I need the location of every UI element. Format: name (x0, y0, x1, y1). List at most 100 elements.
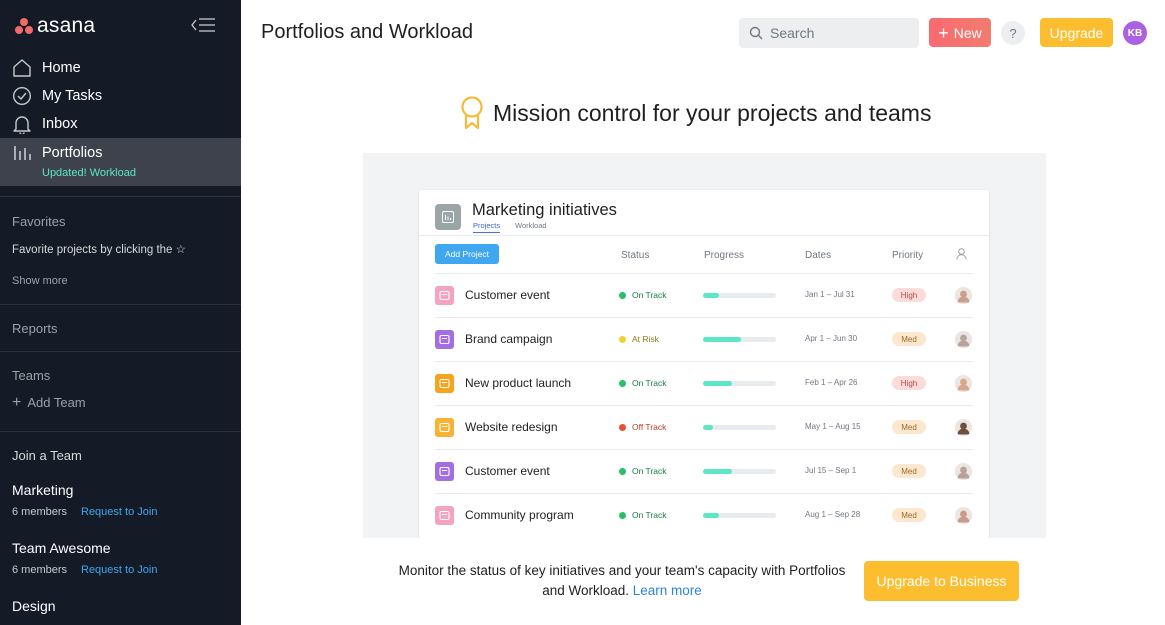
progress-fill (703, 469, 733, 474)
tab-projects: Projects (473, 221, 501, 233)
upgrade-button[interactable]: Upgrade (1040, 18, 1113, 47)
person-avatar-icon (955, 463, 972, 480)
project-dates: Jan 1 – Jul 31 (805, 290, 855, 299)
logo-text: asana (37, 14, 96, 37)
assignee-avatar (955, 507, 972, 524)
table-row: Website redesign Off Track May 1 – Aug 15 M… (435, 405, 973, 449)
user-avatar[interactable]: KB (1123, 21, 1147, 45)
sidebar-item-my-tasks[interactable]: My Tasks (0, 82, 241, 110)
priority-badge: High (892, 376, 926, 390)
award-ribbon-icon (461, 96, 483, 130)
hero-heading: Mission control for your projects and te… (459, 96, 931, 130)
assignee-avatar (955, 419, 972, 436)
help-button[interactable]: ? (1001, 21, 1025, 45)
add-team-label: Add Team (27, 395, 86, 410)
asana-logo[interactable]: asana (14, 14, 95, 38)
sidebar-item-label: Inbox (42, 116, 78, 132)
priority-badge: Med (892, 420, 926, 434)
status-dot-icon (619, 423, 626, 431)
person-avatar-icon (955, 331, 972, 348)
search-box[interactable] (739, 18, 919, 48)
project-glyph-icon (439, 290, 450, 301)
project-dates: May 1 – Aug 15 (805, 422, 861, 431)
bar-chart-icon (442, 211, 454, 223)
status-label: On Track (632, 378, 667, 388)
progress-bar (703, 293, 776, 298)
status-badge: On Track (619, 466, 666, 476)
person-avatar-icon (955, 419, 972, 436)
card-divider (419, 235, 989, 236)
assignee-avatar (955, 375, 972, 392)
project-icon (435, 286, 454, 305)
request-to-join-link[interactable]: Request to Join (81, 506, 157, 518)
person-avatar-icon (955, 507, 972, 524)
main-content: Portfolios and Workload + New ? Upgrade … (241, 0, 1165, 625)
page-title: Portfolios and Workload (261, 21, 473, 43)
reports-heading[interactable]: Reports (12, 321, 58, 336)
sidebar-item-inbox[interactable]: Inbox (0, 110, 241, 138)
sidebar-item-label: Home (42, 60, 81, 76)
project-icon (435, 330, 454, 349)
status-label: On Track (632, 466, 667, 476)
progress-fill (703, 513, 720, 518)
logo-dots-icon (14, 17, 34, 35)
project-glyph-icon (439, 378, 450, 389)
sidebar-item-label: Portfolios (42, 145, 103, 161)
teams-heading: Teams (12, 368, 51, 383)
person-avatar-icon (955, 287, 972, 304)
project-name: Community program (465, 508, 574, 522)
column-header-progress: Progress (704, 250, 745, 261)
status-dot-icon (619, 291, 626, 299)
project-icon (435, 506, 454, 525)
project-icon (435, 374, 454, 393)
collapse-sidebar-button[interactable] (190, 16, 216, 34)
add-team-button[interactable]: + Add Team (12, 393, 86, 411)
bar-chart-icon (14, 146, 31, 160)
upgrade-to-business-button[interactable]: Upgrade to Business (864, 561, 1019, 601)
plus-icon: + (12, 393, 22, 411)
project-name: New product launch (465, 376, 572, 390)
person-avatar-icon (955, 375, 972, 392)
tab-workload: Workload (515, 221, 547, 230)
project-glyph-icon (439, 510, 450, 521)
assignee-avatar (955, 463, 972, 480)
column-header-dates: Dates (805, 250, 832, 261)
table-row: Customer event On Track Jul 15 – Sep 1 Med (435, 449, 973, 493)
status-dot-icon (619, 511, 626, 519)
check-circle-icon (12, 86, 32, 106)
workload-update-badge: Updated! Workload (42, 167, 136, 179)
team-name[interactable]: Marketing (12, 482, 73, 498)
collapse-menu-icon (191, 18, 215, 32)
status-label: At Risk (632, 334, 659, 344)
sidebar-item-label: My Tasks (42, 88, 103, 104)
project-name: Customer event (465, 464, 550, 478)
person-icon (956, 248, 967, 260)
status-badge: On Track (619, 510, 666, 520)
sidebar-item-portfolios[interactable]: Portfolios Updated! Workload (0, 138, 241, 186)
search-icon (749, 26, 763, 40)
priority-badge: Med (892, 332, 926, 346)
team-members: 6 members (12, 506, 68, 518)
project-icon (435, 418, 454, 437)
status-label: On Track (632, 290, 667, 300)
show-more-link[interactable]: Show more (12, 275, 68, 287)
new-button[interactable]: + New (929, 18, 991, 47)
join-team-heading: Join a Team (12, 448, 82, 463)
team-name[interactable]: Design (12, 598, 56, 614)
progress-fill (703, 293, 720, 298)
team-name[interactable]: Team Awesome (12, 540, 111, 556)
request-to-join-link[interactable]: Request to Join (81, 564, 157, 576)
status-label: On Track (632, 510, 667, 520)
project-glyph-icon (439, 422, 450, 433)
table-row: Brand campaign At Risk Apr 1 – Jun 30 Med (435, 317, 973, 361)
project-icon (435, 462, 454, 481)
sidebar-divider (0, 351, 241, 352)
plus-icon: + (938, 22, 949, 43)
favorites-hint: Favorite projects by clicking the ☆ (12, 244, 186, 256)
learn-more-link[interactable]: Learn more (633, 583, 702, 598)
column-header-priority: Priority (892, 250, 924, 261)
status-badge: On Track (619, 378, 666, 388)
sidebar-item-home[interactable]: Home (0, 54, 241, 82)
assignee-avatar (955, 287, 972, 304)
search-input[interactable] (770, 25, 910, 41)
